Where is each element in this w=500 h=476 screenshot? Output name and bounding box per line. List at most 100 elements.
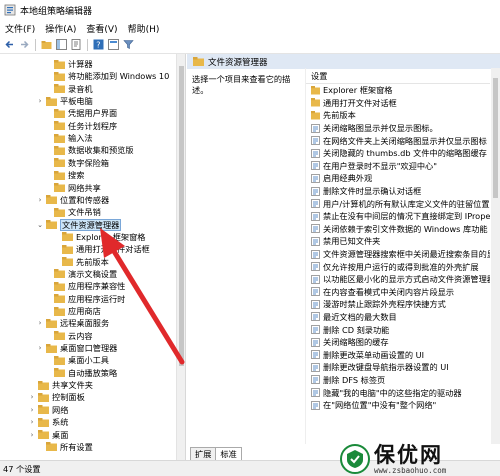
settings-row[interactable]: 删除 CD 刻录功能: [306, 323, 490, 336]
settings-row[interactable]: 禁止在没有中间层的情况下直接绑定到 IPropertyS: [306, 210, 490, 223]
menu-help[interactable]: 帮助(H): [123, 22, 165, 35]
tree-item[interactable]: 凭据用户界面: [44, 107, 117, 119]
tab-standard[interactable]: 标准: [215, 447, 242, 460]
properties-icon[interactable]: [107, 39, 119, 51]
tree-item[interactable]: › 系统: [28, 416, 69, 428]
tree-item[interactable]: 应用商店: [44, 305, 101, 317]
settings-row[interactable]: 在用户登录时不显示"欢迎中心": [306, 160, 490, 173]
tree-item[interactable]: › 位置和传感器: [36, 194, 110, 206]
details-header: 文件资源管理器: [187, 54, 500, 69]
folder-icon: [62, 232, 73, 242]
window-title: 本地组策略编辑器: [20, 6, 93, 17]
settings-scrollbar[interactable]: [491, 68, 500, 444]
settings-row-label: 删除更改键盘导航指示器设置的 UI: [323, 362, 449, 373]
settings-row[interactable]: 以功能区最小化的显示方式启动文件资源管理器: [306, 273, 490, 286]
tree-item[interactable]: 数字保险箱: [44, 157, 109, 169]
settings-row[interactable]: 删除更改菜单动画设置的 UI: [306, 348, 490, 361]
tab-extended[interactable]: 扩展: [190, 447, 217, 460]
tree-item[interactable]: 输入法: [44, 132, 93, 144]
up-folder-icon[interactable]: [40, 39, 52, 51]
tree-item[interactable]: › 桌面窗口管理器: [36, 342, 118, 354]
folder-icon: [38, 405, 49, 415]
settings-row[interactable]: 关闭缩略图的缓存: [306, 336, 490, 349]
tree-item[interactable]: 桌面小工具: [44, 354, 109, 366]
tree-item[interactable]: 搜索: [44, 169, 84, 181]
back-arrow-icon[interactable]: [3, 39, 15, 51]
tree-item[interactable]: 自动播放策略: [44, 367, 117, 379]
settings-row[interactable]: 先前版本: [306, 109, 490, 122]
settings-row[interactable]: 关闭缩略图显示并仅显示图标。: [306, 122, 490, 135]
settings-scrollbar-thumb[interactable]: [493, 78, 498, 198]
settings-row[interactable]: 最近文档的最大数目: [306, 311, 490, 324]
expand-toggle-icon[interactable]: ›: [28, 391, 36, 403]
settings-row[interactable]: Explorer 框架窗格: [306, 84, 490, 97]
tree-item[interactable]: › 平板电脑: [36, 95, 93, 107]
expand-toggle-icon[interactable]: ›: [28, 404, 36, 416]
tree-item-label: 搜索: [68, 170, 85, 181]
tree-item[interactable]: 将功能添加到 Windows 10: [44, 70, 169, 82]
folder-icon: [54, 207, 65, 217]
settings-row[interactable]: 通用打开文件对话框: [306, 97, 490, 110]
expand-toggle-icon[interactable]: ›: [36, 342, 44, 354]
tree-item[interactable]: 所有设置: [36, 441, 93, 453]
tree-item[interactable]: 录音机: [44, 83, 93, 95]
tree-item[interactable]: 共享文件夹: [28, 379, 93, 391]
tree-item[interactable]: › 网络: [28, 404, 69, 416]
tree-scrollbar[interactable]: [176, 54, 185, 460]
show-hide-tree-icon[interactable]: [55, 39, 67, 51]
settings-row[interactable]: 删除文件时显示确认对话框: [306, 185, 490, 198]
expand-toggle-icon[interactable]: ›: [36, 95, 44, 107]
settings-row[interactable]: 删除更改键盘导航指示器设置的 UI: [306, 361, 490, 374]
tree-item-label: 任务计划程序: [68, 120, 118, 131]
settings-row-label: 关闭缩略图显示并仅显示图标。: [323, 123, 438, 134]
expand-toggle-icon[interactable]: ›: [28, 429, 36, 441]
tree-item[interactable]: 通用打开文件对话框: [52, 243, 150, 255]
tree-item[interactable]: 云内容: [44, 330, 93, 342]
export-list-icon[interactable]: [70, 39, 82, 51]
expand-toggle-icon[interactable]: ›: [28, 416, 36, 428]
settings-row[interactable]: 在"网络位置"中没有"整个网络": [306, 399, 490, 412]
expand-toggle-icon[interactable]: ⌄: [36, 219, 44, 231]
settings-row[interactable]: 隐藏"我的电脑"中的这些指定的驱动器: [306, 386, 490, 399]
tree-item[interactable]: 数据收集和预览版: [44, 144, 134, 156]
menu-action[interactable]: 操作(A): [40, 22, 81, 35]
settings-column-header[interactable]: 设置: [306, 68, 490, 84]
settings-row[interactable]: 删除 DFS 标签页: [306, 374, 490, 387]
policy-setting-icon: [311, 123, 320, 133]
tree-item[interactable]: 文件吊销: [44, 206, 101, 218]
settings-row[interactable]: 仅允许按用户运行的或得到批准的外壳扩展: [306, 260, 490, 273]
tree-item[interactable]: ⌄ 文件资源管理器: [36, 218, 122, 231]
expand-toggle-icon[interactable]: ›: [36, 317, 44, 329]
menu-file[interactable]: 文件(F): [0, 22, 40, 35]
help-icon[interactable]: ?: [92, 39, 104, 51]
tree-item[interactable]: › 控制面板: [28, 391, 85, 403]
tree-item[interactable]: 演示文稿设置: [44, 268, 117, 280]
settings-row-label: 关闭依赖于索引文件数据的 Windows 库功能: [323, 223, 488, 234]
forward-arrow-icon[interactable]: [18, 39, 30, 51]
tree-item[interactable]: › 远程桌面服务: [36, 317, 110, 329]
filter-icon[interactable]: [122, 39, 134, 51]
tree-item-label: 应用程序兼容性: [68, 281, 126, 292]
settings-row[interactable]: 关闭依赖于索引文件数据的 Windows 库功能: [306, 223, 490, 236]
menu-view[interactable]: 查看(V): [81, 22, 122, 35]
tree-item-label: 输入法: [68, 133, 93, 144]
settings-row[interactable]: 禁用已知文件夹: [306, 235, 490, 248]
tree-item[interactable]: 计算器: [44, 58, 93, 70]
tree-scrollbar-thumb[interactable]: [179, 66, 184, 366]
tree-item-label: 数字保险箱: [68, 157, 109, 168]
settings-row[interactable]: 文件资源管理器搜索框中关闭最近搜索条目的显示: [306, 248, 490, 261]
settings-row[interactable]: 漫游时禁止跟踪外壳程序快捷方式: [306, 298, 490, 311]
tree-item[interactable]: Explorer 框架窗格: [52, 231, 145, 243]
tree-item[interactable]: 任务计划程序: [44, 120, 117, 132]
settings-row[interactable]: 启用经典外观: [306, 172, 490, 185]
tree-item[interactable]: 应用程序兼容性: [44, 280, 125, 292]
tree-item[interactable]: › 桌面: [28, 429, 69, 441]
tree-item[interactable]: 应用程序运行时: [44, 293, 125, 305]
settings-row[interactable]: 在内容查看模式中关闭内容片段显示: [306, 286, 490, 299]
expand-toggle-icon[interactable]: ›: [36, 194, 44, 206]
tree-item[interactable]: 网络共享: [44, 182, 101, 194]
settings-row[interactable]: 关闭隐藏的 thumbs.db 文件中的缩略图缓存: [306, 147, 490, 160]
settings-row[interactable]: 在网络文件夹上关闭缩略图显示并仅显示图标: [306, 134, 490, 147]
settings-row[interactable]: 用户/计算机的所有默认库定义文件的驻留位置: [306, 197, 490, 210]
tree-item[interactable]: 先前版本: [52, 256, 109, 268]
